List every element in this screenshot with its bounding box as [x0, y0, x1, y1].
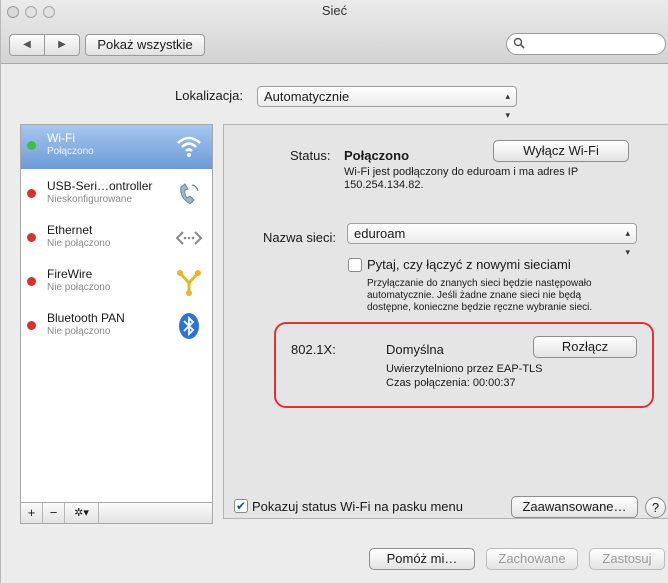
- status-dot: [27, 277, 36, 286]
- forward-button[interactable]: ▶: [45, 35, 79, 55]
- service-item-bluetooth-pan[interactable]: Bluetooth PAN Nie połączono: [21, 305, 212, 349]
- status-detail-line-2: 150.254.134.82.: [344, 179, 424, 191]
- service-name: Bluetooth PAN: [47, 311, 125, 325]
- service-item-ethernet[interactable]: Ethernet Nie połączono: [21, 217, 212, 261]
- firewire-icon: [177, 270, 201, 296]
- titlebar: Sieć ◀ ▶ Pokaż wszystkie: [1, 0, 668, 64]
- help-button[interactable]: ?: [645, 497, 666, 518]
- service-item-usb-serial[interactable]: USB-Seri…ontroller Nieskonfigurowane: [21, 173, 212, 217]
- status-dot: [27, 189, 36, 198]
- service-name: FireWire: [47, 267, 93, 281]
- wifi-icon: [177, 136, 201, 157]
- network-name-value: eduroam: [354, 226, 406, 241]
- bluetooth-icon: [179, 313, 199, 339]
- search-input[interactable]: [506, 33, 666, 55]
- show-status-checkbox[interactable]: ✔: [234, 499, 248, 513]
- service-status: Połączono: [47, 146, 94, 157]
- status-detail-line-1: Wi-Fi jest podłączony do eduroam i ma ad…: [344, 166, 579, 178]
- status-dot: [27, 321, 36, 330]
- show-status-label: Pokazuj status Wi-Fi na pasku menu: [252, 499, 463, 514]
- network-name-label: Nazwa sieci:: [263, 230, 336, 245]
- gear-icon[interactable]: ✲▾: [65, 503, 99, 523]
- status-dot: [27, 141, 36, 150]
- service-item-wifi[interactable]: Wi-Fi Połączono: [21, 125, 212, 169]
- chevron-updown-icon: ▴ ▾: [505, 91, 510, 120]
- ask-join-detail-line-3: dostępne, konieczne będzie ręczne wybran…: [367, 302, 593, 313]
- phone-icon: [180, 183, 199, 205]
- ask-join-detail-line-1: Przyłączanie do znanych sieci będzie nas…: [367, 278, 592, 289]
- service-name: USB-Seri…ontroller: [47, 179, 153, 193]
- service-status: Nie połączono: [47, 238, 111, 249]
- assist-me-button[interactable]: Pomóż mi…: [369, 548, 475, 570]
- service-list: Wi-Fi Połączono USB-Seri…ontroller Niesk…: [20, 124, 213, 519]
- auth-detail: Uwierzytelniono przez EAP-TLS: [386, 363, 543, 375]
- service-list-controls: + − ✲▾: [20, 502, 213, 524]
- apply-button[interactable]: Zastosuj: [589, 548, 665, 570]
- status-label: Status:: [290, 148, 331, 163]
- status-dot: [27, 233, 36, 242]
- ethernet-icon: [175, 231, 203, 245]
- location-value: Automatycznie: [264, 89, 350, 104]
- dot1x-label: 802.1X:: [291, 342, 336, 357]
- connection-time: Czas połączenia: 00:00:37: [386, 377, 516, 389]
- ask-join-label: Pytaj, czy łączyć z nowymi sieciami: [367, 257, 571, 272]
- network-name-select[interactable]: eduroam ▴ ▾: [347, 223, 637, 257]
- service-name: Ethernet: [47, 223, 93, 237]
- show-all-button[interactable]: Pokaż wszystkie: [85, 34, 205, 56]
- service-status: Nieskonfigurowane: [47, 194, 133, 205]
- service-status: Nie połączono: [47, 326, 111, 337]
- service-name: Wi-Fi: [47, 131, 75, 145]
- turn-off-wifi-button[interactable]: Wyłącz Wi-Fi: [493, 140, 629, 162]
- search-icon: [513, 37, 525, 52]
- ask-join-checkbox[interactable]: [348, 258, 362, 272]
- ask-join-detail-line-2: automatycznie. Jeśli żadne znane sieci n…: [367, 290, 582, 301]
- add-service-button[interactable]: +: [21, 503, 43, 523]
- location-select[interactable]: Automatycznie ▴ ▾: [257, 86, 517, 120]
- service-item-firewire[interactable]: FireWire Nie połączono: [21, 261, 212, 305]
- back-forward-control: ◀ ▶: [9, 34, 80, 56]
- remove-service-button[interactable]: −: [43, 503, 65, 523]
- chevron-updown-icon: ▴ ▾: [625, 228, 630, 257]
- back-button[interactable]: ◀: [10, 35, 45, 55]
- location-label: Lokalizacja:: [175, 88, 243, 103]
- window-title: Sieć: [321, 3, 348, 18]
- network-preferences-window: Sieć ◀ ▶ Pokaż wszystkie Lokalizacja: Au…: [0, 0, 668, 583]
- advanced-button[interactable]: Zaawansowane…: [511, 496, 638, 518]
- service-status: Nie połączono: [47, 282, 111, 293]
- disconnect-button[interactable]: Rozłącz: [533, 336, 637, 358]
- status-value: Połączono: [344, 148, 410, 163]
- dot1x-profile: Domyślna: [386, 342, 444, 357]
- revert-button[interactable]: Zachowane: [486, 548, 578, 570]
